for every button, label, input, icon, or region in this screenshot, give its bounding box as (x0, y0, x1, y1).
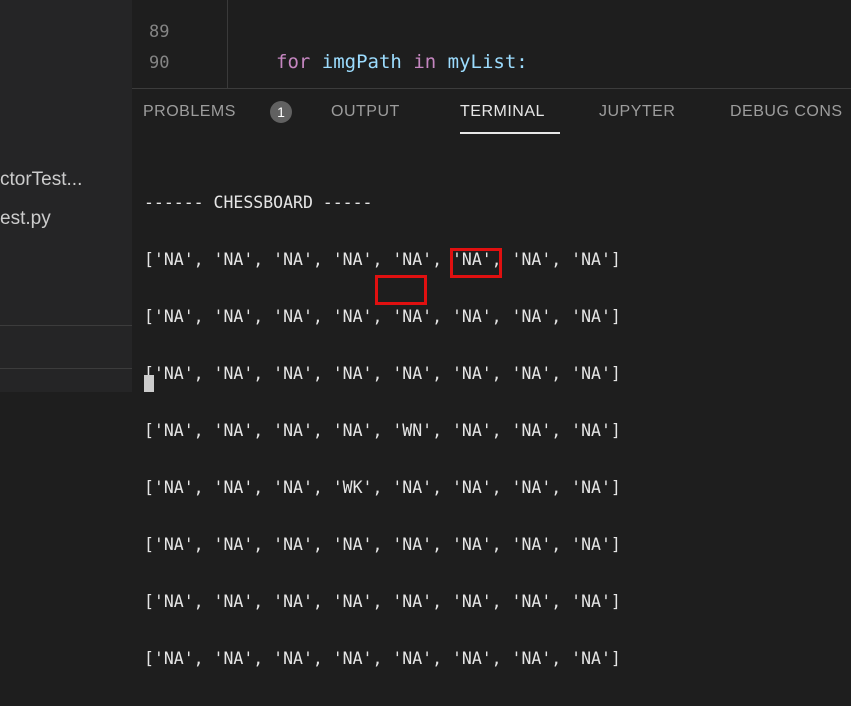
keyword-for: for (276, 51, 311, 73)
terminal-row: ['NA', 'NA', 'NA', 'NA', 'NA', 'NA', 'NA… (144, 307, 621, 326)
terminal-row: ['NA', 'NA', 'NA', 'WK', 'NA', 'NA', 'NA… (144, 478, 621, 497)
tab-output[interactable]: OUTPUT (331, 103, 400, 121)
indent-guide (227, 0, 228, 88)
code-editor[interactable]: 89 90 for imgPath in myList: (132, 0, 851, 89)
highlight-box-wk (375, 275, 427, 305)
tab-problems[interactable]: PROBLEMS (143, 103, 236, 121)
terminal-row: ['NA', 'NA', 'NA', 'NA', 'NA', 'NA', 'NA… (144, 535, 621, 554)
explorer-file-item[interactable]: ctorTest... (0, 166, 132, 194)
terminal-output[interactable]: ------ CHESSBOARD ----- ['NA', 'NA', 'NA… (144, 155, 621, 706)
tab-debug-console[interactable]: DEBUG CONS (730, 103, 843, 121)
terminal-cursor (144, 375, 154, 392)
terminal-row: ['NA', 'NA', 'NA', 'NA', 'NA', 'NA', 'NA… (144, 364, 621, 383)
tab-jupyter[interactable]: JUPYTER (599, 103, 675, 121)
terminal-row: ['NA', 'NA', 'NA', 'NA', 'NA', 'NA', 'NA… (144, 250, 621, 269)
variable-imgpath: imgPath (321, 51, 402, 73)
line-number: 89 (149, 22, 170, 42)
explorer-file-item[interactable]: est.py (0, 205, 132, 233)
code-line[interactable]: for imgPath in myList: (276, 51, 528, 73)
variable-mylist: myList: (447, 51, 528, 73)
panel-tabs: PROBLEMS 1 OUTPUT TERMINAL JUPYTER DEBUG… (132, 89, 851, 139)
active-tab-indicator (460, 132, 560, 134)
terminal-row: ['NA', 'NA', 'NA', 'NA', 'NA', 'NA', 'NA… (144, 592, 621, 611)
explorer-sidebar: ctorTest... est.py (0, 0, 132, 392)
terminal-heading: ------ CHESSBOARD ----- (144, 193, 373, 212)
terminal-row: ['NA', 'NA', 'NA', 'NA', 'WN', 'NA', 'NA… (144, 421, 621, 440)
sidebar-divider (0, 368, 132, 369)
highlight-box-wn (450, 248, 502, 278)
sidebar-divider (0, 325, 132, 326)
terminal-row: ['NA', 'NA', 'NA', 'NA', 'NA', 'NA', 'NA… (144, 649, 621, 668)
line-number: 90 (149, 53, 170, 73)
bottom-panel: PROBLEMS 1 OUTPUT TERMINAL JUPYTER DEBUG… (132, 89, 851, 668)
tab-terminal[interactable]: TERMINAL (460, 103, 545, 121)
problems-count-badge: 1 (270, 101, 292, 123)
keyword-in: in (413, 51, 437, 73)
